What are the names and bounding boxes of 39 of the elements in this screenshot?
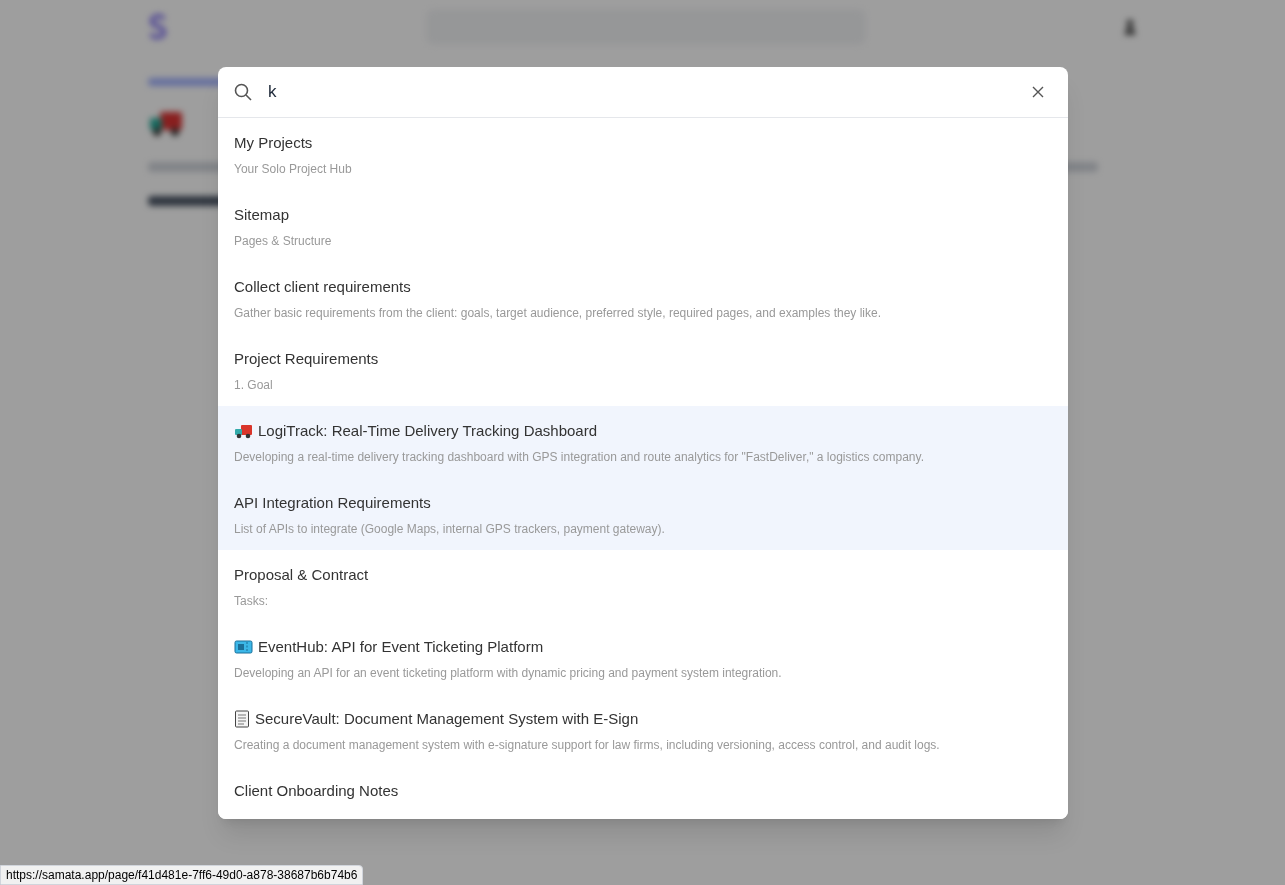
result-title: Client Onboarding Notes <box>234 781 399 801</box>
result-title: SecureVault: Document Management System with E-Sign <box>255 709 639 729</box>
result-title: Project Requirements <box>234 349 379 369</box>
search-result[interactable]: SecureVault: Document Management System with E-Sign Creating a document management system with e-signature support for law firms, including versioning, access control, and audit logs. <box>218 694 1068 766</box>
result-description: Developing an API for an event ticketing platform with dynamic pricing and payment system integration. <box>234 665 782 681</box>
ticket-icon <box>234 640 253 654</box>
close-icon <box>1032 86 1044 98</box>
result-title: Proposal & Contract <box>234 565 369 585</box>
search-input[interactable]: k <box>268 79 1012 105</box>
result-title: LogiTrack: Real-Time Delivery Tracking Dashboard <box>258 421 597 441</box>
result-description: Creating a document management system with e-signature support for law firms, including versioning, access control, and audit logs. <box>234 737 940 753</box>
result-description: Pages & Structure <box>234 233 332 249</box>
search-result[interactable]: Client Onboarding Notes <box>218 766 1068 819</box>
result-title: Sitemap <box>234 205 290 225</box>
result-description: Developing a real-time delivery tracking dashboard with GPS integration and route analytics for "FastDeliver," a logistics company. <box>234 449 924 465</box>
search-result[interactable]: Collect client requirements Gather basic requirements from the client: goals, target audience, preferred style, required pages, and examples they like. <box>218 262 1068 334</box>
user-icon[interactable] <box>1123 19 1137 35</box>
search-result[interactable]: API Integration Requirements List of APIs to integrate (Google Maps, internal GPS trackers, payment gateway). <box>218 478 1068 550</box>
truck-icon <box>148 110 184 138</box>
result-description: Gather basic requirements from the client: goals, target audience, preferred style, required pages, and examples they like. <box>234 305 881 321</box>
truck-icon <box>234 423 253 439</box>
document-icon <box>234 710 250 728</box>
result-description: Tasks: <box>234 593 268 609</box>
search-result[interactable]: Sitemap Pages & Structure <box>218 190 1068 262</box>
status-url: https://samata.app/page/f41d481e-7ff6-49d0-a878-38687b6b74b6 <box>0 865 364 885</box>
result-description: Your Solo Project Hub <box>234 161 352 177</box>
search-icon <box>234 83 252 101</box>
result-title: My Projects <box>234 133 313 153</box>
search-result[interactable]: LogiTrack: Real-Time Delivery Tracking Dashboard Developing a real-time delivery tracking dashboard with GPS integration and route analytics for "FastDeliver," a logistics company. <box>218 406 1068 478</box>
search-result[interactable]: Proposal & Contract Tasks: <box>218 550 1068 622</box>
result-title: Collect client requirements <box>234 277 411 297</box>
result-title: API Integration Requirements <box>234 493 431 513</box>
logo-icon[interactable] <box>148 14 168 40</box>
result-description: 1. Goal <box>234 377 273 393</box>
result-description: List of APIs to integrate (Google Maps, internal GPS trackers, payment gateway). <box>234 521 665 537</box>
search-result[interactable]: Project Requirements 1. Goal <box>218 334 1068 406</box>
search-result[interactable]: My Projects Your Solo Project Hub <box>218 118 1068 190</box>
result-title: EventHub: API for Event Ticketing Platform <box>258 637 544 657</box>
search-result[interactable]: EventHub: API for Event Ticketing Platform Developing an API for an event ticketing platform with dynamic pricing and payment system integration. <box>218 622 1068 694</box>
